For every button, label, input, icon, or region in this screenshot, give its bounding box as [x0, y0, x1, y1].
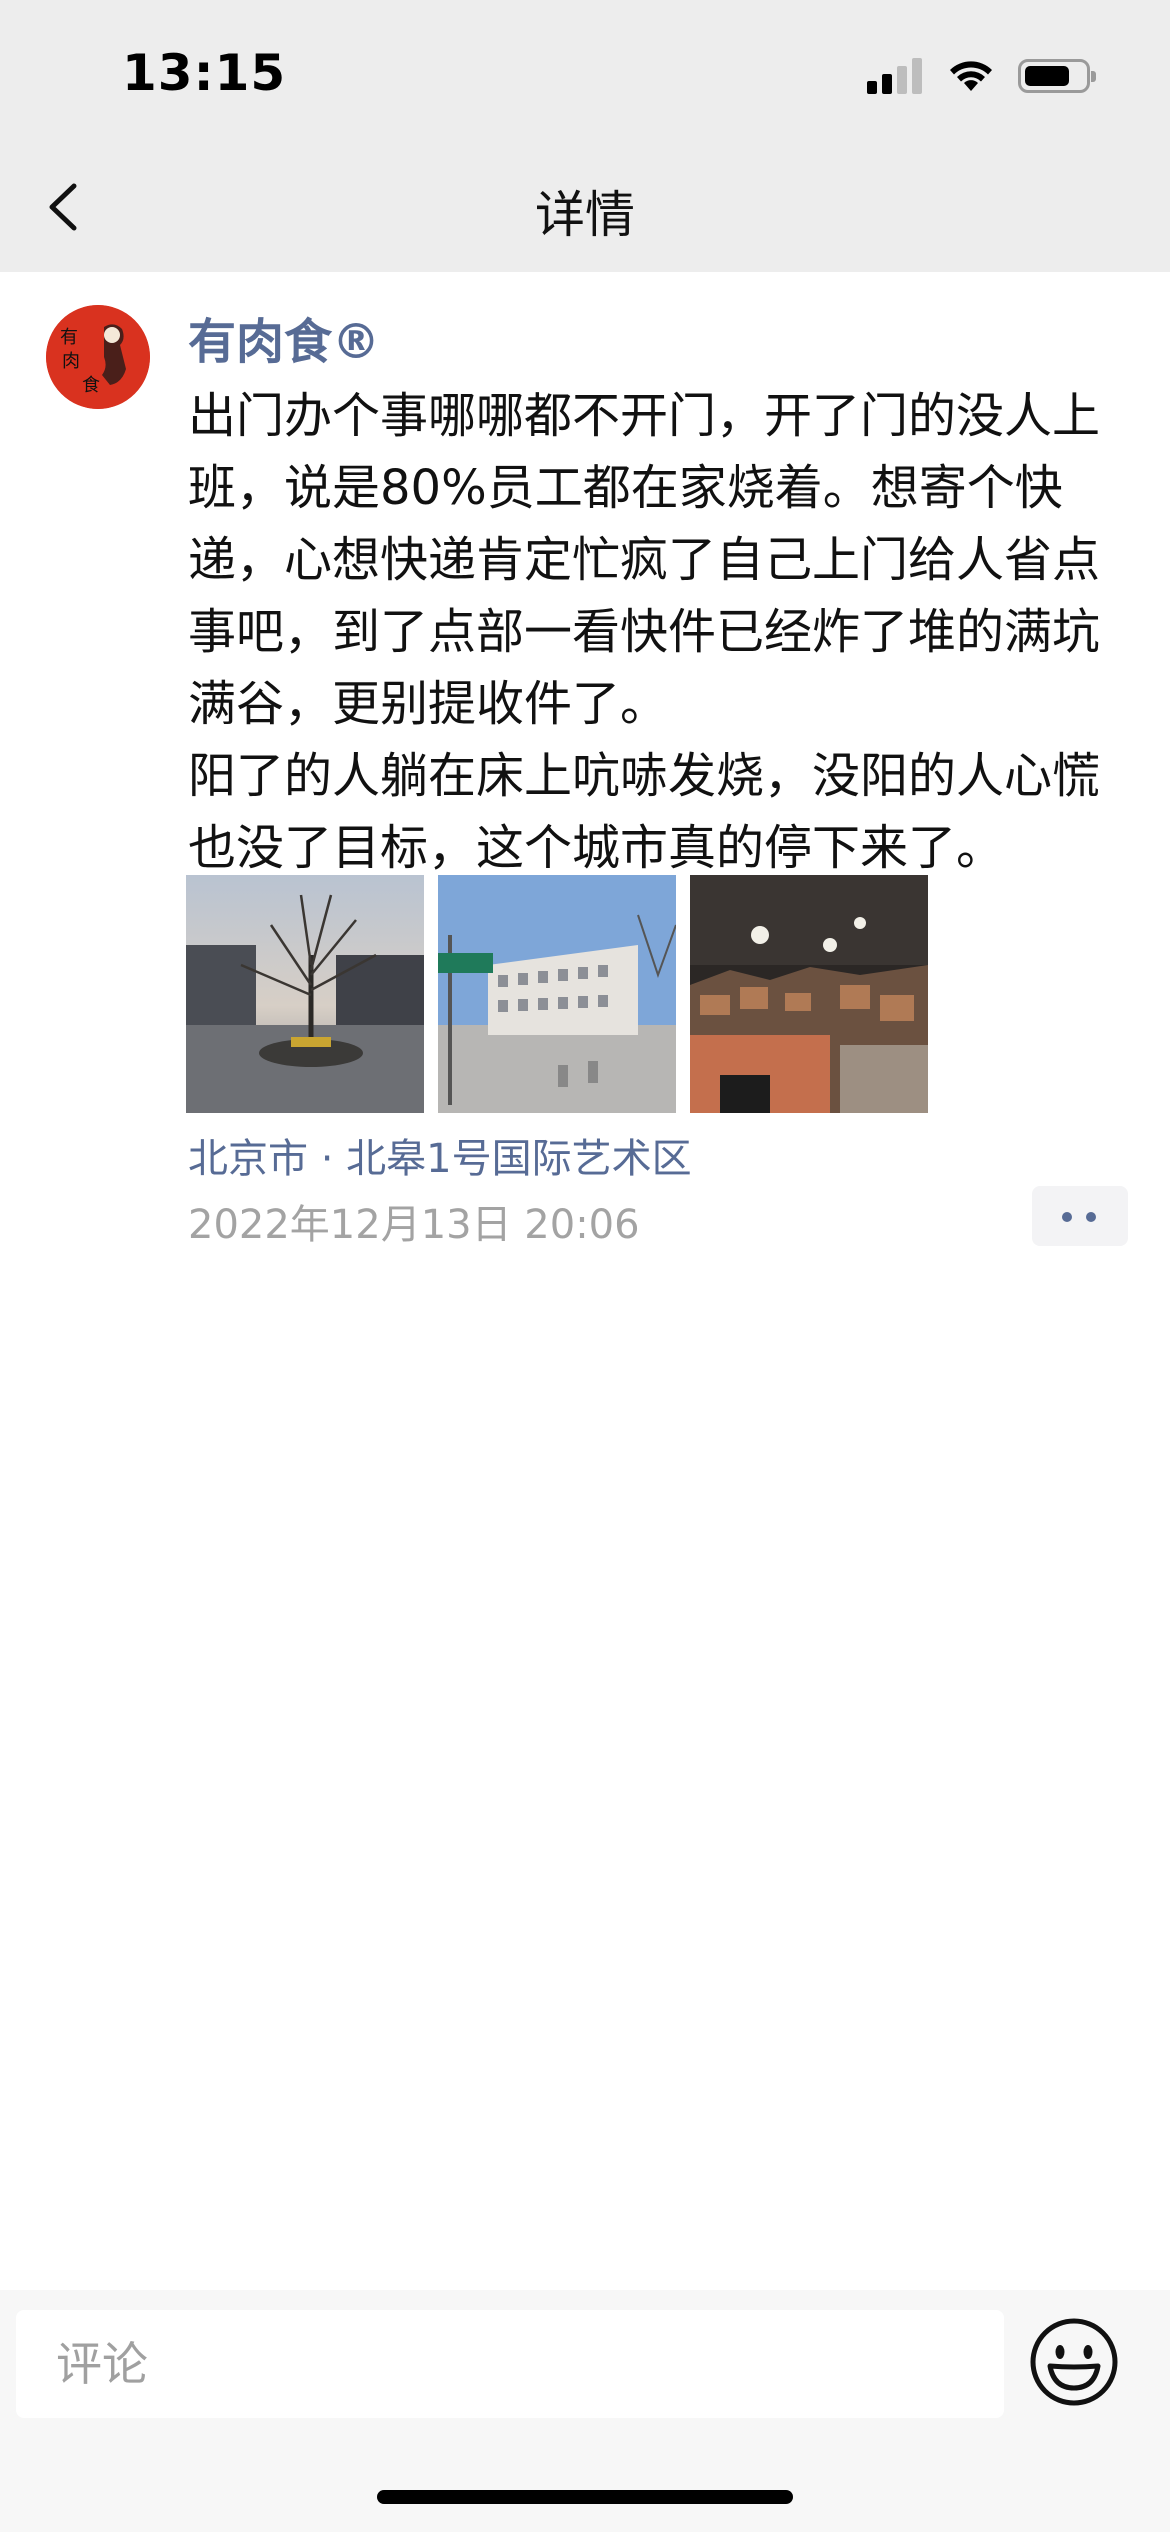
battery-icon — [1018, 59, 1096, 93]
status-time: 13:15 — [122, 44, 287, 102]
avatar[interactable]: 有 肉 食 — [46, 305, 150, 409]
emoji-button[interactable] — [1028, 2316, 1120, 2408]
status-icons — [867, 56, 1096, 96]
emoji-smile-icon — [1030, 2318, 1118, 2406]
home-indicator[interactable] — [377, 2490, 793, 2504]
top-bar: 13:15 详情 — [0, 0, 1170, 272]
photo-street-building — [438, 875, 676, 1113]
post-body-text: 出门办个事哪哪都不开门，开了门的没人上班，说是80%员工都在家烧着。想寄个快递，… — [188, 388, 1101, 876]
more-dots-button[interactable] — [1032, 1186, 1128, 1246]
comment-input[interactable] — [16, 2310, 1004, 2418]
post-photo-3[interactable] — [690, 875, 928, 1113]
comment-bar — [0, 2290, 1170, 2532]
wifi-icon — [950, 61, 992, 91]
signal-icon — [867, 58, 922, 94]
svg-text:肉: 肉 — [62, 351, 80, 372]
more-dots-icon — [1062, 1212, 1072, 1222]
photo-parcel-pile-night — [690, 875, 928, 1113]
author-name[interactable]: 有肉食® — [188, 302, 380, 372]
more-dots-icon-2 — [1086, 1212, 1096, 1222]
post-photo-1[interactable] — [186, 875, 424, 1113]
photo-plaza-tree — [186, 875, 424, 1113]
post-timestamp: 2022年12月13日 20:06 — [188, 1202, 640, 1248]
page-title: 详情 — [535, 186, 635, 244]
svg-text:食: 食 — [82, 375, 100, 396]
moments-detail-screen: 13:15 详情 有 肉 食 有肉食® 出门办个事哪哪都不开门，开了门的没人上班… — [0, 0, 1170, 2532]
svg-text:有: 有 — [60, 327, 78, 348]
location-link[interactable]: 北京市 · 北皋1号国际艺术区 — [188, 1126, 692, 1184]
post-photo-2[interactable] — [438, 875, 676, 1113]
avatar-logo: 有 肉 食 — [46, 305, 150, 409]
photo-grid — [186, 875, 942, 1113]
